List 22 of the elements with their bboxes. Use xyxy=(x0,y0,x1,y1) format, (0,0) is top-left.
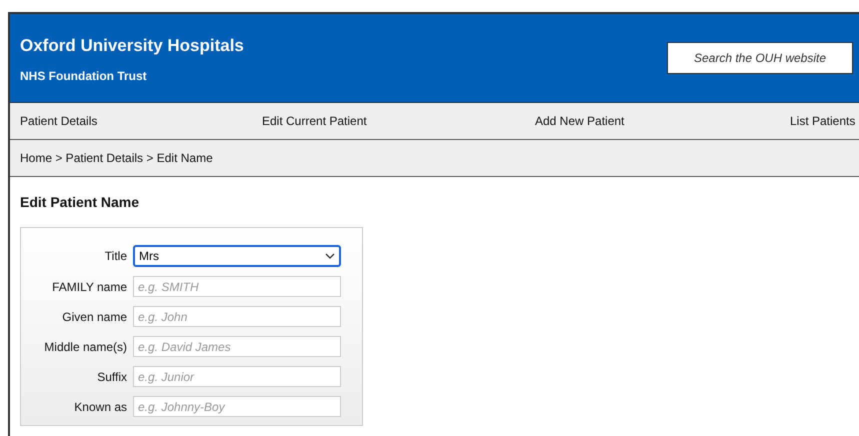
nav-link[interactable]: Edit Current Patient xyxy=(262,112,535,130)
input-field[interactable]: e.g. Junior xyxy=(133,366,341,387)
input-field[interactable]: e.g. John xyxy=(133,306,341,327)
input-field[interactable]: e.g. SMITH xyxy=(133,276,341,297)
field-label: Suffix xyxy=(96,368,128,386)
input-field[interactable]: e.g. David James xyxy=(133,336,341,357)
breadcrumb: Home > Patient Details > Edit Name xyxy=(19,150,213,167)
site-title: Oxford University Hospitals xyxy=(20,36,244,56)
field-label: Given name xyxy=(61,308,128,326)
page-heading: Edit Patient Name xyxy=(20,193,140,212)
chevron-icon xyxy=(325,253,335,259)
search-field[interactable]: Search the OUH website xyxy=(667,42,853,74)
input-field[interactable]: e.g. Johnny-Boy xyxy=(133,396,341,417)
field-label: Title xyxy=(104,248,128,265)
title-select[interactable]: Mrs xyxy=(133,245,341,267)
nav-link[interactable]: Add New Patient xyxy=(535,112,790,130)
field-label: Known as xyxy=(73,398,128,416)
field-label: FAMILY name xyxy=(51,278,128,296)
field-label: Middle name(s) xyxy=(43,338,128,356)
site-subtitle: NHS Foundation Trust xyxy=(20,68,147,85)
nav-link[interactable]: Patient Details xyxy=(10,112,262,130)
nav-link[interactable]: List Patients xyxy=(790,112,859,130)
